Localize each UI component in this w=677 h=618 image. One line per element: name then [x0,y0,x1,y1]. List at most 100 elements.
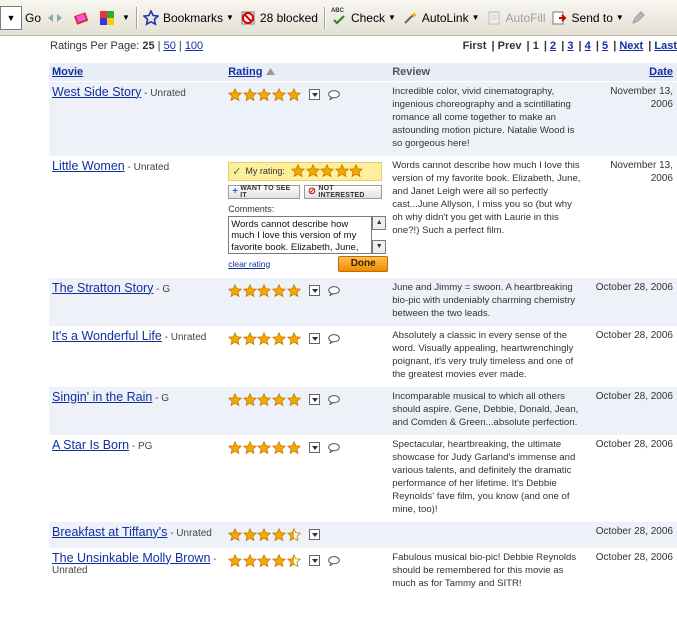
star-icon[interactable] [271,331,286,346]
star-icon[interactable] [290,164,305,178]
star-icon[interactable] [228,527,243,542]
scroll-down-icon[interactable]: ▼ [372,239,387,254]
google-apps-button[interactable]: ▼ [96,5,133,31]
star-icon[interactable] [257,527,272,542]
rating-dropdown-button[interactable] [309,333,321,344]
star-icon[interactable] [320,164,335,178]
spell-check-button[interactable]: ABC Check ▼ [328,5,399,31]
star-icon[interactable] [305,164,320,178]
clear-rating-link[interactable]: clear rating [228,259,270,269]
star-rating[interactable] [228,331,301,346]
movie-title-link[interactable]: West Side Story [52,85,141,99]
star-icon[interactable] [271,87,286,102]
star-icon[interactable] [271,283,286,298]
star-rating[interactable] [228,392,301,407]
scroll-up-icon[interactable]: ▲ [372,215,387,230]
pen-button[interactable] [627,5,653,31]
autofill-button[interactable]: AutoFill [483,5,549,31]
autolink-button[interactable]: AutoLink ▼ [399,5,483,31]
star-rating[interactable] [228,87,301,102]
pagination-next[interactable]: Next [619,40,643,52]
star-icon[interactable] [271,553,286,568]
pagination-page-5[interactable]: 5 [602,40,608,52]
star-icon[interactable] [286,392,301,407]
star-icon[interactable] [257,440,272,455]
star-rating[interactable] [228,283,301,298]
movie-title-link[interactable]: Singin' in the Rain [52,390,152,404]
highlighter-button[interactable] [70,5,96,31]
star-icon[interactable] [228,87,243,102]
comments-scrollbar[interactable]: ▲ ▼ [372,215,387,254]
star-icon[interactable] [286,440,301,455]
star-icon[interactable] [286,87,301,102]
ratings-per-page-100-link[interactable]: 100 [185,40,203,52]
star-icon[interactable] [257,87,272,102]
comment-bubble-icon[interactable] [328,442,340,453]
star-icon[interactable] [228,331,243,346]
star-icon[interactable] [228,440,243,455]
pagination-page-3[interactable]: 3 [567,40,573,52]
star-icon[interactable] [349,164,364,178]
star-icon[interactable] [242,331,257,346]
movie-title-link[interactable]: The Unsinkable Molly Brown [52,551,210,565]
rating-dropdown-button[interactable] [309,285,321,296]
star-icon[interactable] [228,392,243,407]
star-icon[interactable] [257,331,272,346]
star-icon[interactable] [257,283,272,298]
movie-title-link[interactable]: A Star Is Born [52,438,129,452]
star-rating[interactable] [228,527,301,542]
movie-title-link[interactable]: Breakfast at Tiffany's [52,525,167,539]
comment-bubble-icon[interactable] [328,333,340,344]
comment-bubble-icon[interactable] [328,89,340,100]
comment-bubble-icon[interactable] [328,555,340,566]
movie-title-link[interactable]: The Stratton Story [52,281,153,295]
my-rating-stars[interactable] [290,164,364,178]
star-icon[interactable] [286,331,301,346]
rating-dropdown-button[interactable] [309,89,321,100]
rating-dropdown-button[interactable] [309,555,321,566]
column-rating-sort[interactable]: Rating [228,66,262,78]
star-icon[interactable] [242,553,257,568]
star-rating[interactable] [228,553,301,568]
bookmarks-button[interactable]: Bookmarks ▼ [140,5,237,31]
star-icon[interactable] [286,553,301,568]
column-movie-sort[interactable]: Movie [52,66,83,78]
rating-dropdown-button[interactable] [309,394,321,405]
send-to-button[interactable]: Send to ▼ [549,5,627,31]
pagination-page-4[interactable]: 4 [585,40,591,52]
rating-dropdown-button[interactable] [309,529,321,540]
star-icon[interactable] [257,392,272,407]
star-icon[interactable] [228,553,243,568]
star-icon[interactable] [271,527,286,542]
pagination-page-2[interactable]: 2 [550,40,556,52]
star-icon[interactable] [271,392,286,407]
address-dropdown-button[interactable]: ▼ [0,5,22,30]
movie-title-link[interactable]: Little Women [52,159,125,173]
rating-dropdown-button[interactable] [309,442,321,453]
ratings-per-page-50-link[interactable]: 50 [164,40,176,52]
not-interested-button[interactable]: ⊘ NOT INTERESTED [303,184,383,199]
star-icon[interactable] [286,527,301,542]
comment-bubble-icon[interactable] [328,394,340,405]
star-icon[interactable] [242,440,257,455]
done-button[interactable]: Done [338,255,389,272]
star-icon[interactable] [334,164,349,178]
back-forward-button[interactable] [44,5,70,31]
go-button[interactable]: Go [22,5,44,31]
popup-blocker-button[interactable]: 28 blocked [237,5,321,31]
want-to-see-it-button[interactable]: + WANT TO SEE IT [228,184,300,199]
movie-title-link[interactable]: It's a Wonderful Life [52,329,162,343]
star-icon[interactable] [242,527,257,542]
comment-bubble-icon[interactable] [328,285,340,296]
star-icon[interactable] [257,553,272,568]
star-rating[interactable] [228,440,301,455]
star-icon[interactable] [242,87,257,102]
comments-textarea[interactable] [228,215,373,254]
star-icon[interactable] [271,440,286,455]
star-icon[interactable] [242,283,257,298]
star-icon[interactable] [242,392,257,407]
star-icon[interactable] [228,283,243,298]
column-date-sort[interactable]: Date [649,66,673,78]
pagination-last[interactable]: Last [654,40,677,52]
star-icon[interactable] [286,283,301,298]
